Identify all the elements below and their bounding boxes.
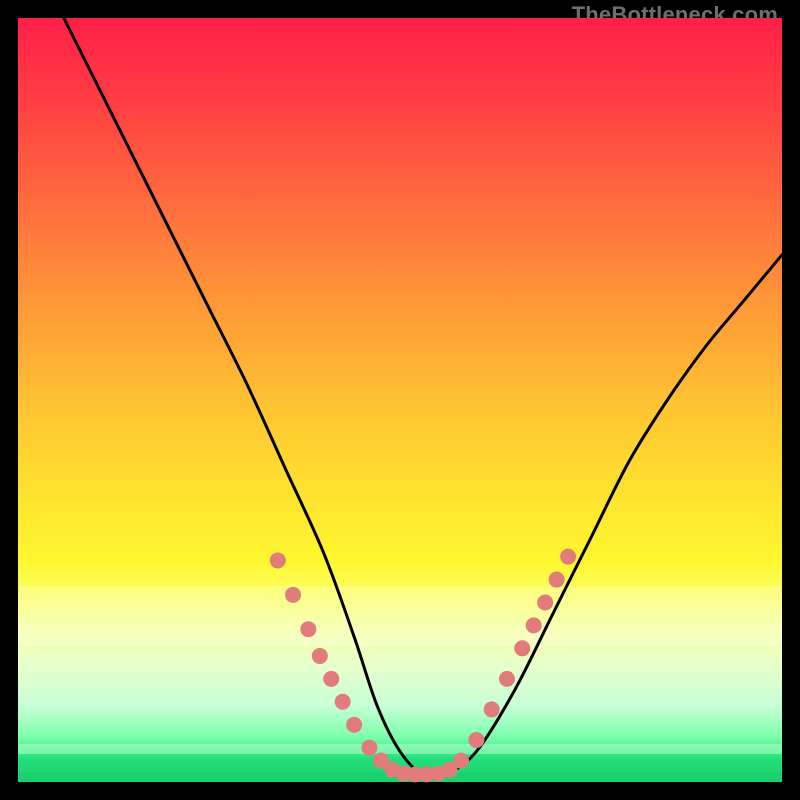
marker-group [270, 549, 576, 783]
curve-marker [270, 552, 286, 568]
curve-marker [514, 640, 530, 656]
chart-container: TheBottleneck.com [0, 0, 800, 800]
curve-marker [537, 594, 553, 610]
plot-area [18, 18, 782, 782]
curve-marker [312, 648, 328, 664]
curve-marker [346, 717, 362, 733]
curve-marker [453, 753, 469, 769]
curve-marker [300, 621, 316, 637]
curve-group [18, 0, 782, 777]
curve-marker [285, 587, 301, 603]
curve-marker [484, 701, 500, 717]
curve-marker [499, 671, 515, 687]
curve-marker [549, 572, 565, 588]
curve-svg [18, 18, 782, 782]
curve-marker [526, 617, 542, 633]
curve-marker [361, 740, 377, 756]
curve-marker [468, 732, 484, 748]
curve-marker [335, 694, 351, 710]
bottleneck-curve [18, 0, 782, 777]
curve-marker [560, 549, 576, 565]
curve-marker [323, 671, 339, 687]
